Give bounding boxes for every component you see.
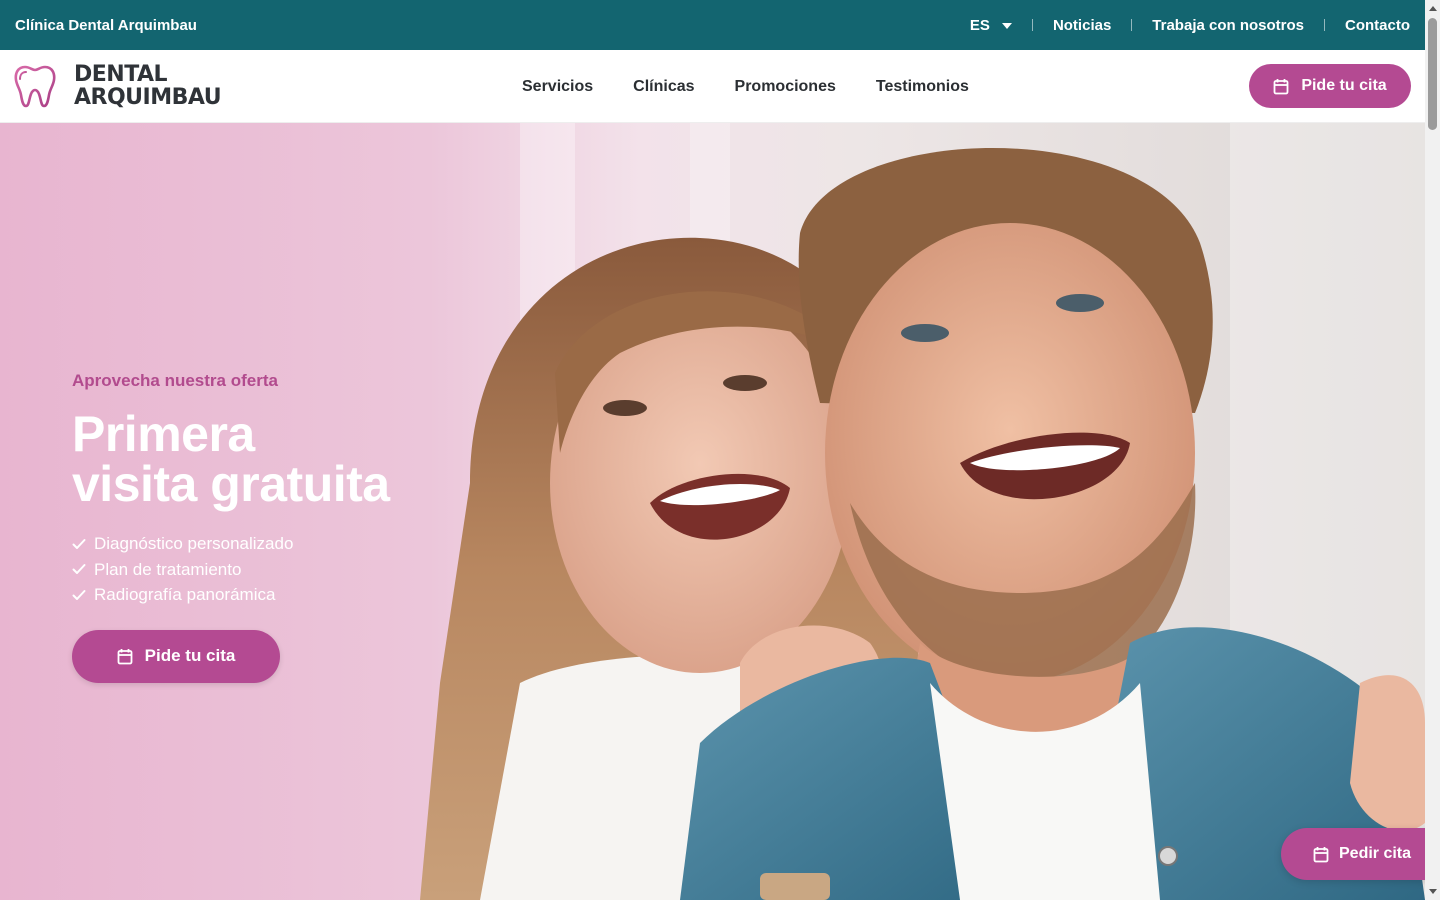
divider xyxy=(1131,19,1133,31)
hero-appointment-button[interactable]: Pide tu cita xyxy=(72,629,280,683)
scroll-down-arrow-icon[interactable] xyxy=(1429,889,1437,894)
calendar-icon xyxy=(1273,78,1289,94)
check-icon xyxy=(72,589,86,600)
link-trabaja[interactable]: Trabaja con nosotros xyxy=(1152,17,1304,34)
hero-title: Primera visita gratuita xyxy=(72,409,512,509)
feature-label: Diagnóstico personalizado xyxy=(94,534,294,553)
calendar-icon xyxy=(1313,846,1329,862)
top-bar-links: ES Noticias Trabaja con nosotros Contact… xyxy=(970,17,1410,34)
hero-section: Aprovecha nuestra oferta Primera visita … xyxy=(0,123,1425,900)
divider xyxy=(1031,19,1033,31)
scroll-up-arrow-icon[interactable] xyxy=(1429,6,1437,11)
hero-kicker: Aprovecha nuestra oferta xyxy=(72,371,278,390)
hero-title-line-1: Primera xyxy=(72,406,255,462)
nav-clinicas[interactable]: Clínicas xyxy=(633,78,694,96)
top-bar-brand: Clínica Dental Arquimbau xyxy=(15,16,197,34)
feature-item: Plan de tratamiento xyxy=(72,557,512,583)
feature-label: Radiografía panorámica xyxy=(94,585,276,604)
main-nav: Servicios Clínicas Promociones Testimoni… xyxy=(522,50,969,123)
logo-line-2: ARQUIMBAU xyxy=(74,85,222,110)
check-icon xyxy=(72,538,86,549)
nav-promociones[interactable]: Promociones xyxy=(735,78,836,96)
scrollbar-thumb[interactable] xyxy=(1428,18,1437,130)
header-appointment-label: Pide tu cita xyxy=(1301,77,1387,94)
feature-item: Radiografía panorámica xyxy=(72,582,512,608)
link-contacto[interactable]: Contacto xyxy=(1345,17,1410,34)
feature-item: Diagnóstico personalizado xyxy=(72,531,512,557)
floating-appointment-label: Pedir cita xyxy=(1339,845,1412,862)
tooth-logo-icon xyxy=(14,65,56,108)
link-noticias[interactable]: Noticias xyxy=(1053,17,1111,34)
hero-title-line-2: visita gratuita xyxy=(72,456,390,512)
hero-content: Aprovecha nuestra oferta Primera visita … xyxy=(72,371,512,683)
page-scrollbar[interactable] xyxy=(1425,0,1440,900)
hero-features-list: Diagnóstico personalizado Plan de tratam… xyxy=(72,531,512,608)
feature-label: Plan de tratamiento xyxy=(94,559,242,579)
header-appointment-button[interactable]: Pide tu cita xyxy=(1249,64,1411,108)
divider xyxy=(1324,19,1325,31)
calendar-icon xyxy=(117,648,133,664)
hero-appointment-label: Pide tu cita xyxy=(144,646,236,665)
logo-wordmark: DENTAL ARQUIMBAU xyxy=(74,62,222,110)
top-bar: Clínica Dental Arquimbau ES Noticias Tra… xyxy=(0,0,1425,50)
floating-appointment-button[interactable]: Pedir cita xyxy=(1281,828,1440,880)
site-logo[interactable]: DENTAL ARQUIMBAU xyxy=(14,62,222,110)
nav-testimonios[interactable]: Testimonios xyxy=(876,78,969,96)
language-selector[interactable]: ES xyxy=(970,17,1012,34)
language-label: ES xyxy=(969,16,990,34)
check-icon xyxy=(72,564,86,575)
main-header: DENTAL ARQUIMBAU Servicios Clínicas Prom… xyxy=(0,50,1425,123)
nav-servicios[interactable]: Servicios xyxy=(522,78,593,96)
logo-line-1: DENTAL xyxy=(74,62,168,87)
caret-down-icon xyxy=(1001,23,1012,29)
